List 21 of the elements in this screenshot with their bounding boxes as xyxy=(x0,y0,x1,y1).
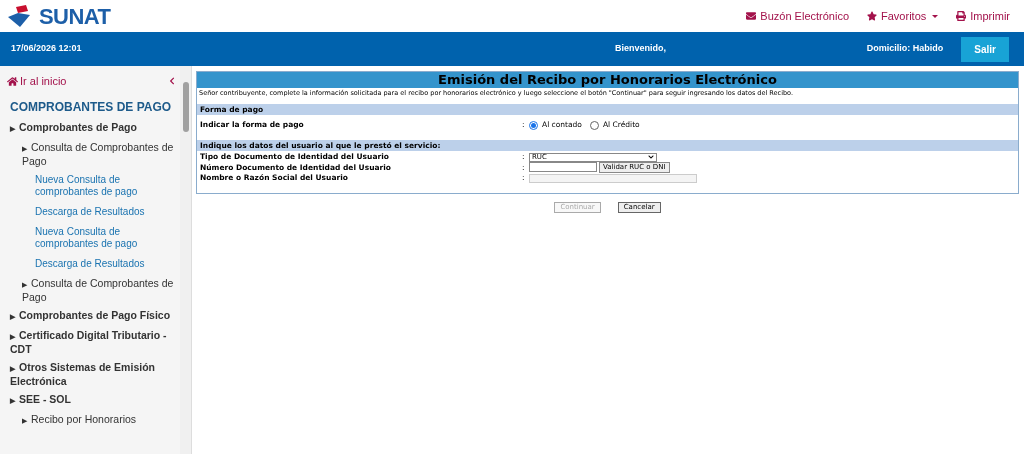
logo: SUNAT xyxy=(6,0,111,33)
menu-link[interactable]: Nueva Consulta de comprobantes de pago xyxy=(35,173,156,198)
menu-link[interactable]: Nueva Consulta de comprobantes de pago xyxy=(35,225,156,250)
star-icon xyxy=(867,11,878,21)
header-link[interactable]: Imprimir xyxy=(956,7,1010,25)
print-icon xyxy=(956,11,967,21)
header-link[interactable]: Buzón Electrónico xyxy=(746,7,850,25)
home-icon xyxy=(7,75,18,87)
sidebar-title: COMPROBANTES DE PAGO xyxy=(9,98,173,116)
form-title: Emisión del Recibo por Honorarios Electrónico xyxy=(197,72,1018,88)
mail-icon xyxy=(746,11,757,21)
collapse-icon[interactable] xyxy=(168,77,176,86)
address-status-text: Domicilio: Habido xyxy=(866,42,944,56)
menu-link[interactable]: Descarga de Resultados xyxy=(35,257,156,270)
document-number-field[interactable] xyxy=(529,162,597,172)
welcome-text: Bienvenido, xyxy=(615,42,667,56)
header-link[interactable]: Favoritos xyxy=(867,7,939,25)
home-link[interactable]: Ir al inicio xyxy=(7,73,67,90)
menu-link[interactable]: Descarga de Resultados xyxy=(35,205,156,218)
datetime-text: 17/06/2026 12:01 xyxy=(11,42,83,56)
chevron-down-icon xyxy=(648,154,654,160)
